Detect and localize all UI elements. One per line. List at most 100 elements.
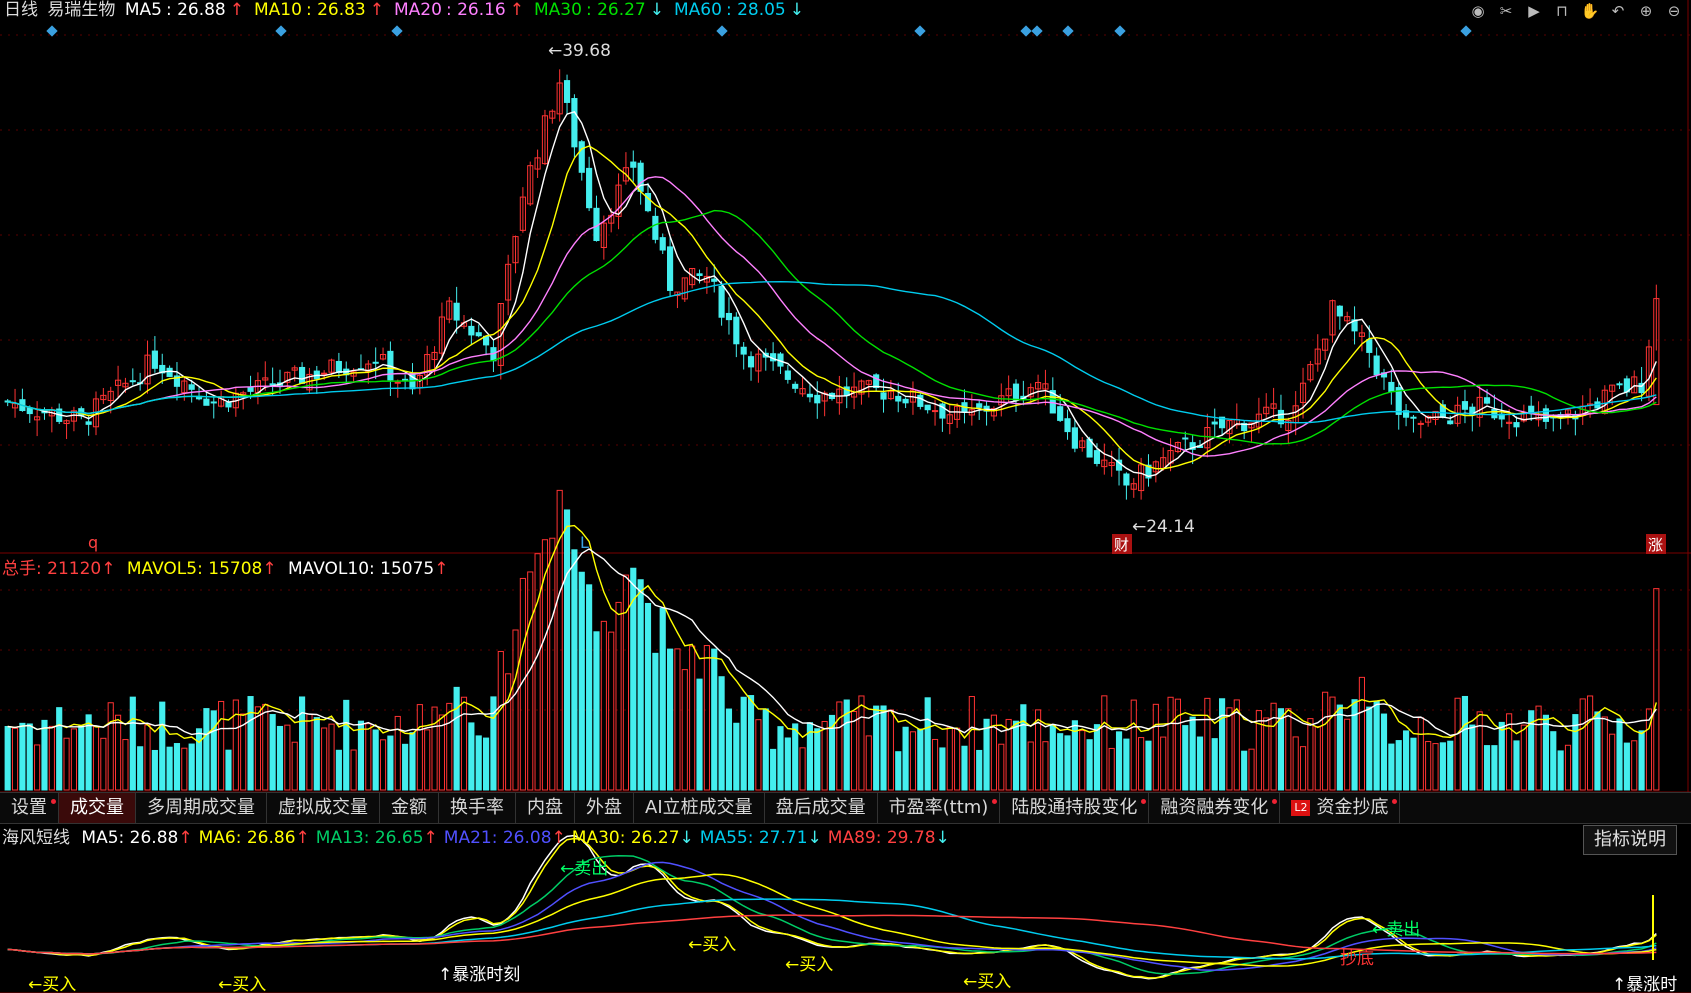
tab-2[interactable]: 多周期成交量: [136, 793, 267, 823]
tab-10[interactable]: 市盈率(ttm): [878, 793, 1001, 823]
volume-bar: [195, 728, 203, 791]
undo-icon[interactable]: ↶: [1607, 0, 1629, 22]
volume-bar: [880, 705, 887, 791]
candle-body: [725, 312, 733, 321]
candle-body: [402, 378, 409, 381]
candle-body: [1012, 383, 1020, 401]
volume-bar: [247, 696, 254, 791]
down-arrow-icon: ↓: [935, 828, 950, 848]
lock-icon[interactable]: ⊓: [1551, 0, 1573, 22]
candle-body: [792, 383, 799, 389]
volume-bar: [424, 729, 431, 791]
candle-body: [814, 394, 821, 404]
tab-11[interactable]: 陆股通持股变化: [1000, 793, 1150, 823]
volume-bar: [718, 676, 725, 791]
volume-bar: [1358, 676, 1365, 791]
candle-body: [166, 367, 173, 377]
volume-bar: [115, 714, 122, 791]
candle-body: [129, 380, 136, 383]
ma-value: 29.78: [886, 828, 936, 848]
volume-bar: [1027, 741, 1034, 791]
ma-label: MA60: [674, 0, 722, 20]
candle-body: [203, 398, 210, 406]
volume-bar: [365, 723, 372, 791]
volume-bar: [1469, 724, 1476, 791]
volume-bar: [1373, 701, 1380, 791]
candle-body: [652, 215, 659, 240]
volume-bar: [483, 737, 490, 791]
volume-bar: [1351, 699, 1358, 791]
up-arrow-icon: ↑: [509, 0, 524, 20]
volume-bar: [1086, 739, 1093, 791]
candle-body: [784, 370, 791, 380]
tab-13[interactable]: L2 资金抄底: [1280, 793, 1401, 823]
volume-bar: [976, 749, 983, 791]
volume-bar: [1395, 740, 1402, 791]
volume-bar: [218, 700, 225, 791]
tab-3[interactable]: 虚拟成交量: [267, 793, 380, 823]
tab-7[interactable]: 外盘: [575, 793, 634, 823]
volume-bar: [48, 725, 55, 791]
tab-1[interactable]: 成交量: [59, 793, 136, 823]
candle-body: [225, 402, 232, 408]
volume-bar: [460, 696, 468, 791]
ma-value: 26.88: [177, 0, 226, 20]
volume-bar: [1093, 724, 1101, 791]
tab-0[interactable]: 设置: [0, 793, 59, 823]
tab-12[interactable]: 融资融券变化: [1149, 793, 1281, 823]
up-arrow-icon: ↑: [434, 559, 449, 579]
volume-bar: [998, 743, 1005, 791]
volume-bar: [129, 696, 136, 791]
volume-bar: [107, 702, 114, 791]
volume-bar: [1020, 704, 1027, 791]
ma-value: 28.05: [737, 0, 786, 20]
ma-label: MA5: [81, 828, 119, 848]
tab-8[interactable]: AI立桩成交量: [634, 793, 765, 823]
candle-body: [880, 392, 887, 400]
indicator-header: 海风短线 MA5: 26.88↑ MA6: 26.86↑ MA13: 26.65↑ M…: [2, 827, 956, 849]
volume-bar: [1196, 736, 1204, 791]
indicator-ma-legend: MA5: 26.88↑ MA6: 26.86↑ MA13: 26.65↑ MA21: …: [81, 828, 955, 848]
tab-9[interactable]: 盘后成交量: [765, 793, 878, 823]
candle-body: [931, 410, 939, 413]
volume-bar: [1189, 716, 1196, 791]
down-arrow-icon: ↓: [649, 0, 664, 20]
eye-icon[interactable]: ◉: [1467, 0, 1489, 22]
candle-body: [902, 398, 909, 404]
zoom-in-icon[interactable]: ⊕: [1635, 0, 1657, 22]
volume-bar: [578, 571, 585, 791]
play-icon[interactable]: ▶: [1523, 0, 1545, 22]
candle-body: [1616, 383, 1623, 386]
total-volume-value: 21120: [47, 559, 102, 579]
ma-value: 26.16: [457, 0, 506, 20]
volume-bar: [1638, 730, 1645, 791]
hand-icon[interactable]: ✋: [1579, 0, 1601, 22]
tab-6[interactable]: 内盘: [516, 793, 575, 823]
total-volume-label: 总手: [2, 559, 36, 579]
volume-bar: [1064, 735, 1071, 791]
volume-bar: [1182, 725, 1189, 791]
indicator-explain-button[interactable]: 指标说明: [1583, 825, 1677, 855]
stock-header: 日线 易瑞生物 MA5: 26.88 ↑ MA10: 26.83 ↑ MA20: 26.…: [4, 0, 818, 20]
volume-bar: [26, 723, 33, 791]
candle-body: [696, 273, 703, 276]
scissors-icon[interactable]: ✂: [1495, 0, 1517, 22]
volume-bar: [173, 743, 181, 791]
volume-bar: [78, 725, 85, 791]
candle-body: [468, 325, 475, 336]
volume-bar: [1057, 733, 1064, 791]
volume-bar: [284, 724, 291, 791]
candle-body: [976, 403, 983, 408]
volume-bar: [497, 650, 504, 791]
mavol10-label: MAVOL10: [288, 559, 370, 579]
volume-bar: [306, 713, 313, 791]
tab-label: 换手率: [450, 797, 504, 818]
notification-dot: [51, 799, 56, 804]
zoom-out-icon[interactable]: ⊖: [1663, 0, 1685, 22]
volume-bar: [1167, 696, 1174, 791]
volume-bar: [740, 696, 747, 791]
tab-5[interactable]: 换手率: [439, 793, 516, 823]
candle-body: [1071, 427, 1078, 449]
volume-bar: [1483, 745, 1491, 791]
tab-4[interactable]: 金额: [380, 793, 439, 823]
